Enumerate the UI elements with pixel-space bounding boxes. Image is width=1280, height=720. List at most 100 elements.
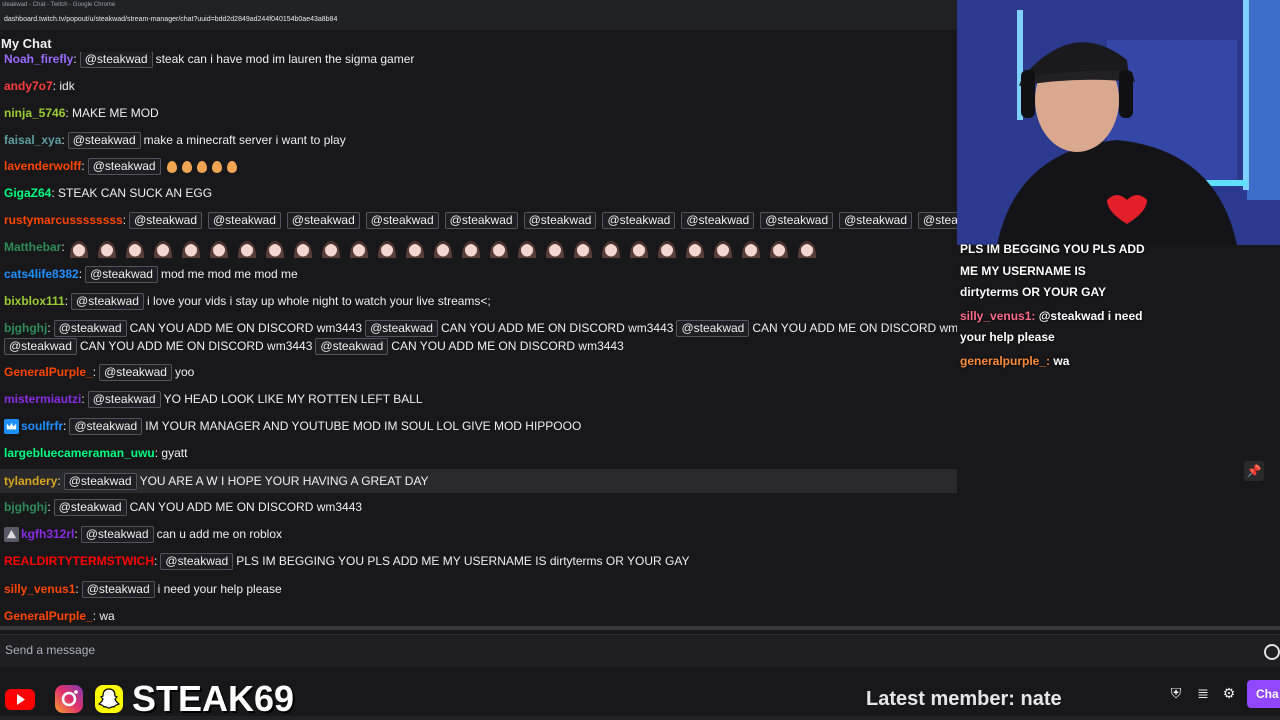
message-text: idk xyxy=(59,79,75,93)
filter-icon[interactable]: ≣ xyxy=(1196,686,1210,700)
message-text: make a minecraft server i want to play xyxy=(143,133,346,147)
shield-icon[interactable]: ⛨ xyxy=(1169,686,1183,700)
chat-username[interactable]: mistermiautzi xyxy=(4,392,81,406)
chat-username[interactable]: andy7o7 xyxy=(4,79,53,93)
chat-username[interactable]: lavenderwolff xyxy=(4,159,81,173)
chat-message: soulfrfr: @steakwad IM YOUR MANAGER AND YO… xyxy=(0,415,957,437)
emote-picker-icon[interactable] xyxy=(1264,644,1280,660)
chat-message: faisal_xya: @steakwad make a minecraft ser… xyxy=(4,132,346,149)
chat-username[interactable]: Noah_firefly xyxy=(4,52,73,66)
mention-tag: @steakwad xyxy=(208,212,281,229)
overlay-text: wa xyxy=(1053,354,1070,368)
overlay-message: silly_venus1: @steakwad i need xyxy=(960,309,1142,323)
message-text: CAN YOU ADD ME ON DISCORD wm3443 xyxy=(440,321,674,335)
chat-username[interactable]: rustymarcussssssss xyxy=(4,213,123,227)
chat-title: My Chat xyxy=(1,36,52,51)
latest-member: Latest member: nate xyxy=(866,688,1062,710)
anime-emote-icon xyxy=(574,240,593,258)
chat-username[interactable]: bjghghj xyxy=(4,321,47,335)
chat-username[interactable]: silly_venus1 xyxy=(4,582,75,596)
message-text: i love your vids i stay up whole night t… xyxy=(146,294,491,308)
anime-emote-icon xyxy=(434,240,453,258)
horizontal-scrollbar[interactable] xyxy=(0,626,1280,630)
chat-username[interactable]: faisal_xya xyxy=(4,133,61,147)
message-text: PLS IM BEGGING YOU PLS ADD ME MY USERNAM… xyxy=(236,554,690,568)
chat-username[interactable]: REALDIRTYTERMSTWICH xyxy=(4,554,154,568)
chat-username[interactable]: kgfh312rl xyxy=(21,527,74,541)
chat-username[interactable]: bjghghj xyxy=(4,500,47,514)
anime-emote-icon xyxy=(798,240,817,258)
chat-message: bixblox111: @steakwad i love your vids i s… xyxy=(4,293,491,310)
chat-username[interactable]: GeneralPurple_ xyxy=(4,609,93,623)
gear-icon[interactable]: ⚙ xyxy=(1222,686,1236,700)
stream-bottom-bar: STEAK69 Latest member: nate ⛨ ≣ ⚙ Cha xyxy=(0,676,1280,720)
anime-emote-icon xyxy=(742,240,761,258)
chat-message: GigaZ64: STEAK CAN SUCK AN EGG xyxy=(4,186,213,200)
message-text: gyatt xyxy=(161,446,188,460)
chat-message: Matthebar: xyxy=(0,236,957,258)
anime-emote-icon xyxy=(714,240,733,258)
anime-emote-icon xyxy=(658,240,677,258)
chat-message: tylandery: @steakwad YOU ARE A W I HOPE YO… xyxy=(0,469,957,493)
egg-emoji xyxy=(181,160,192,173)
mention-tag: @steakwad xyxy=(681,212,755,229)
mention-tag: @steakwad xyxy=(63,473,137,490)
os-taskbar xyxy=(0,716,1280,720)
anime-emote-icon xyxy=(490,240,509,258)
anime-emote-icon xyxy=(70,240,89,258)
chat-username[interactable]: tylandery xyxy=(4,474,57,488)
message-text: CAN YOU ADD ME ON DISCORD wm3443 xyxy=(752,321,957,335)
chat-button[interactable]: Cha xyxy=(1247,680,1280,708)
chat-username[interactable]: largebluecameraman_uwu xyxy=(4,446,155,460)
prime-badge-icon xyxy=(4,527,19,543)
anime-emote-icon xyxy=(182,240,201,258)
pin-message-icon[interactable]: 📌 xyxy=(1244,461,1264,481)
chat-username[interactable]: GeneralPurple_ xyxy=(4,365,93,379)
youtube-icon xyxy=(5,689,35,710)
chat-username[interactable]: Matthebar xyxy=(4,240,61,254)
mention-tag: @steakwad xyxy=(444,212,518,229)
message-text: mod me mod me mod me xyxy=(160,267,298,281)
chat-message-list[interactable]: Noah_firefly: @steakwad steak can i have m… xyxy=(0,52,957,626)
chat-username[interactable]: GigaZ64 xyxy=(4,186,51,200)
webcam-feed xyxy=(957,0,1280,245)
message-text: STEAK CAN SUCK AN EGG xyxy=(58,186,213,200)
mention-tag: @steakwad xyxy=(365,212,439,229)
anime-emote-icon xyxy=(322,240,341,258)
chat-input[interactable]: Send a message xyxy=(0,634,1280,667)
message-text: i need your help please xyxy=(157,582,282,596)
address-bar[interactable]: dashboard.twitch.tv/popout/u/steakwad/st… xyxy=(4,16,337,23)
window-title: steakwad - Chat - Twitch - Google Chrome xyxy=(2,2,116,8)
mention-tag: @steakwad xyxy=(676,320,750,337)
chat-message: bjghghj: @steakwad CAN YOU ADD ME ON DISCO… xyxy=(4,499,363,516)
chat-message: kgfh312rl: @steakwad can u add me on roblo… xyxy=(0,523,957,545)
overlay-line: PLS IM BEGGING YOU PLS ADD xyxy=(960,242,1145,256)
anime-emote-icon xyxy=(98,240,117,258)
mention-tag: @steakwad xyxy=(99,364,172,381)
anime-emote-icon xyxy=(406,240,425,258)
message-text: YO HEAD LOOK LIKE MY ROTTEN LEFT BALL xyxy=(163,392,423,406)
chat-username[interactable]: soulfrfr xyxy=(21,419,63,433)
mention-tag: @steakwad xyxy=(79,52,153,68)
message-text: steak can i have mod im lauren the sigma… xyxy=(155,52,415,66)
egg-emoji xyxy=(196,160,207,173)
message-text: can u add me on roblox xyxy=(156,527,283,541)
anime-emote-icon xyxy=(238,240,257,258)
anime-emote-icon xyxy=(630,240,649,258)
egg-emoji xyxy=(211,160,222,173)
mention-tag: @steakwad xyxy=(85,266,158,283)
instagram-icon xyxy=(55,685,83,713)
chat-username[interactable]: ninja_5746 xyxy=(4,106,65,120)
mention-tag: @steakwad xyxy=(523,212,597,229)
mention-tag: @steakwad xyxy=(53,320,127,337)
overlay-text: @steakwad i need xyxy=(1038,309,1143,323)
message-text: YOU ARE A W I HOPE YOUR HAVING A GREAT D… xyxy=(139,474,429,488)
overlay-message: generalpurple_: wa xyxy=(960,354,1069,368)
chat-username[interactable]: bixblox111 xyxy=(4,294,65,308)
browser-titlebar: steakwad - Chat - Twitch - Google Chrome… xyxy=(0,0,957,30)
chat-username[interactable]: cats4life8382 xyxy=(4,267,79,281)
message-text: CAN YOU ADD ME ON DISCORD wm3443 xyxy=(391,339,624,353)
stream-chat-overlay: PLS IM BEGGING YOU PLS ADD ME MY USERNAM… xyxy=(957,240,1280,380)
anime-emote-icon xyxy=(154,240,173,258)
chat-message: largebluecameraman_uwu: gyatt xyxy=(4,446,188,460)
